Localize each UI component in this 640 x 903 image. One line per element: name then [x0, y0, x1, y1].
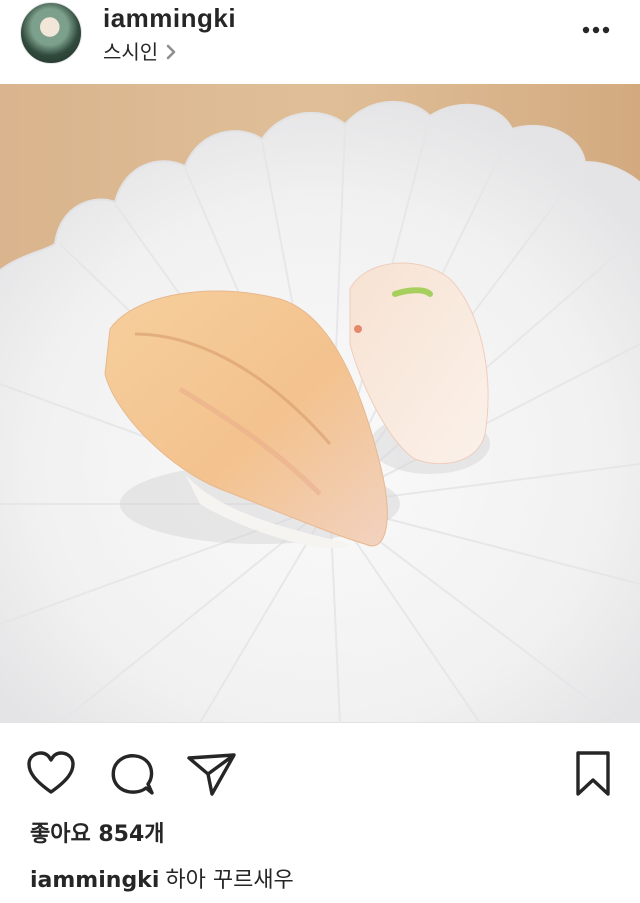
- chevron-right-icon: [166, 44, 176, 60]
- caption-text: 하아 꾸르새우: [165, 868, 294, 893]
- comment-bubble-icon[interactable]: [108, 750, 156, 798]
- likes-count[interactable]: 좋아요 854개: [30, 820, 165, 850]
- heart-icon[interactable]: [26, 750, 76, 796]
- location-link[interactable]: 스시인: [103, 38, 178, 66]
- post-username[interactable]: iammingki: [103, 2, 236, 34]
- caption-username[interactable]: iammingki: [30, 868, 159, 893]
- post-caption: iammingki 하아 꾸르새우: [30, 866, 294, 896]
- paper-plane-icon[interactable]: [186, 750, 238, 798]
- profile-avatar[interactable]: [20, 2, 82, 64]
- sushi-plate-image: [0, 84, 640, 723]
- post-header: iammingki 스시인: [0, 0, 640, 84]
- post-actions: [0, 723, 640, 823]
- post-photo[interactable]: [0, 84, 640, 723]
- location-label: 스시인: [103, 40, 159, 64]
- bookmark-icon[interactable]: [574, 750, 614, 798]
- more-options-icon[interactable]: [578, 20, 614, 40]
